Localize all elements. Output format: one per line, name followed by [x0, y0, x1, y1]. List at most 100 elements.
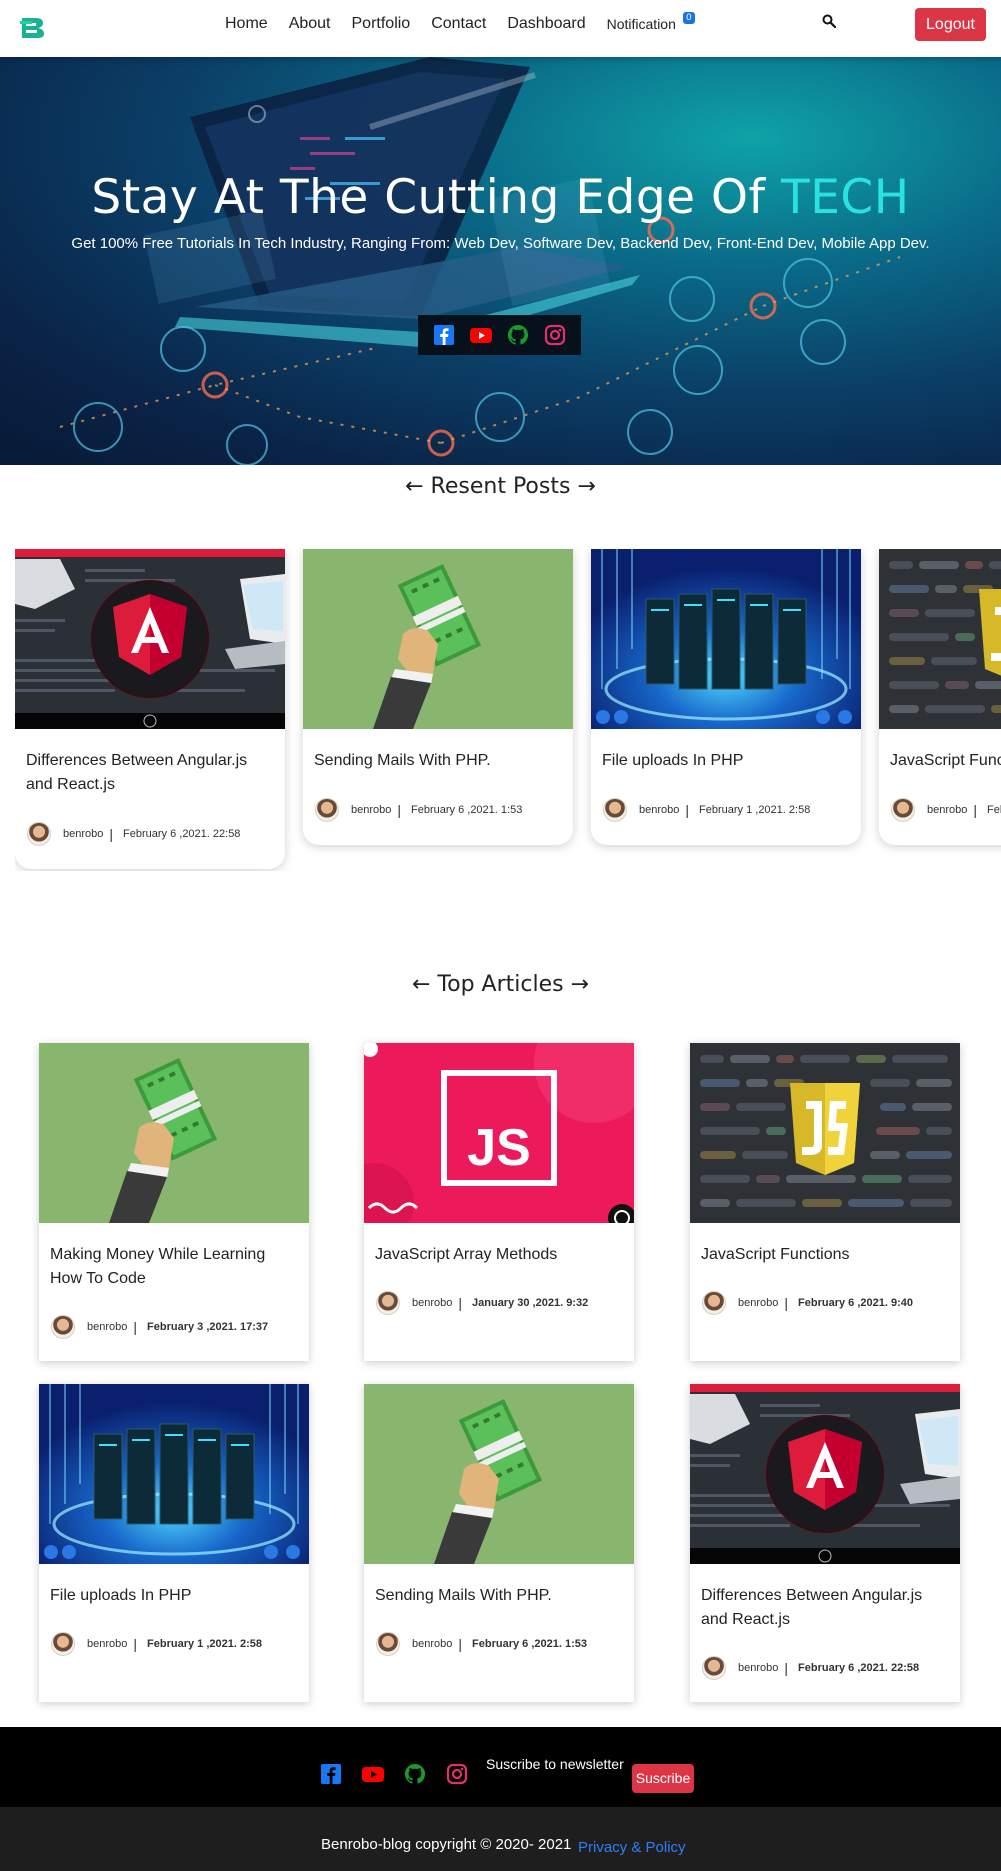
post-meta: benrobo | February 6 ,2021. 9:40: [879, 775, 1001, 845]
post-thumbnail: [591, 549, 861, 729]
article-title[interactable]: JavaScript Functions: [690, 1223, 960, 1269]
top-articles-heading: ← Top Articles →: [411, 972, 589, 997]
server-racks-thumbnail: [39, 1384, 309, 1564]
article-date: February 1 ,2021. 2:58: [147, 1638, 262, 1650]
post-title[interactable]: File uploads In PHP: [591, 729, 861, 775]
article-card[interactable]: Sending Mails With PHP. benrobo | Februa…: [364, 1384, 634, 1702]
avatar: [27, 822, 51, 846]
copyright-text: Benrobo-blog copyright © 2020- 2021: [321, 1836, 572, 1853]
facebook-icon[interactable]: [433, 324, 455, 346]
server-racks-thumbnail: [591, 549, 861, 729]
newsletter-label: Suscribe to newsletter: [486, 1756, 624, 1772]
site-logo-icon[interactable]: [20, 16, 46, 40]
post-date: February 6 ,2021. 22:58: [123, 828, 241, 840]
meta-separator: |: [973, 802, 978, 818]
meta-separator: |: [458, 1636, 463, 1652]
article-author: benrobo: [412, 1297, 453, 1309]
post-meta: benrobo | February 6 ,2021. 1:53: [303, 775, 573, 845]
js-shield-thumbnail: [690, 1043, 960, 1223]
instagram-icon[interactable]: [446, 1763, 468, 1785]
meta-separator: |: [133, 1319, 138, 1335]
article-thumbnail: [690, 1384, 960, 1564]
meta-separator: |: [397, 802, 402, 818]
article-thumbnail: [690, 1043, 960, 1223]
article-author: benrobo: [87, 1321, 128, 1333]
post-date: February 6 ,2021. 1:53: [411, 804, 523, 816]
nav-link-portfolio[interactable]: Portfolio: [352, 15, 411, 33]
recent-post-card[interactable]: Differences Between Angular.js and React…: [15, 549, 285, 869]
article-date: February 3 ,2021. 17:37: [147, 1321, 269, 1333]
nav-link-about[interactable]: About: [289, 15, 331, 33]
post-author: benrobo: [351, 804, 392, 816]
hero-laptop-illustration: [59, 57, 901, 465]
js-shield-thumbnail: [879, 549, 1001, 729]
article-card[interactable]: File uploads In PHP benrobo | February 1…: [39, 1384, 309, 1702]
hero-title: Stay At The Cutting Edge Of TECH: [0, 170, 1001, 225]
logout-button[interactable]: Logout: [915, 8, 986, 41]
article-meta: benrobo | February 6 ,2021. 1:53: [364, 1610, 634, 1678]
article-author: benrobo: [412, 1638, 453, 1650]
meta-separator: |: [784, 1295, 789, 1311]
recent-post-card[interactable]: Sending Mails With PHP. benrobo | Februa…: [303, 549, 573, 845]
post-thumbnail: [303, 549, 573, 729]
article-card[interactable]: JavaScript Functions benrobo | February …: [690, 1043, 960, 1361]
money-hand-thumbnail: [303, 549, 573, 729]
notification-count-badge: 0: [682, 12, 695, 24]
post-meta: benrobo | February 6 ,2021. 22:58: [15, 799, 285, 869]
meta-separator: |: [784, 1660, 789, 1676]
nav-links: Home About Portfolio Contact Dashboard N…: [225, 12, 695, 33]
post-title[interactable]: JavaScript Functions: [879, 729, 1001, 775]
footer-newsletter-bar: Suscribe to newsletter Suscribe: [0, 1727, 1001, 1807]
article-date: February 6 ,2021. 1:53: [472, 1638, 587, 1650]
youtube-icon[interactable]: [470, 324, 493, 346]
avatar: [315, 798, 339, 822]
svg-text:JS: JS: [467, 1119, 531, 1177]
js-pink-thumbnail: JS: [364, 1043, 634, 1223]
post-title[interactable]: Differences Between Angular.js and React…: [15, 729, 285, 799]
nav-link-dashboard[interactable]: Dashboard: [507, 15, 585, 33]
post-author: benrobo: [927, 804, 968, 816]
hero-title-main: Stay At The Cutting Edge Of: [91, 170, 782, 225]
article-thumbnail: JS: [364, 1043, 634, 1223]
article-card[interactable]: Making Money While Learning How To Code …: [39, 1043, 309, 1361]
article-title[interactable]: JavaScript Array Methods: [364, 1223, 634, 1269]
money-hand-thumbnail: [39, 1043, 309, 1223]
article-meta: benrobo | February 3 ,2021. 17:37: [39, 1293, 309, 1361]
facebook-icon[interactable]: [320, 1763, 342, 1785]
avatar: [376, 1632, 400, 1656]
github-icon[interactable]: [507, 324, 529, 346]
hero-banner: Stay At The Cutting Edge Of TECH Get 100…: [0, 57, 1001, 465]
angular-thumbnail: [15, 549, 285, 729]
recent-post-card[interactable]: File uploads In PHP benrobo | February 1…: [591, 549, 861, 845]
post-title[interactable]: Sending Mails With PHP.: [303, 729, 573, 775]
article-title[interactable]: Differences Between Angular.js and React…: [690, 1564, 960, 1634]
github-icon[interactable]: [404, 1763, 426, 1785]
avatar: [891, 798, 915, 822]
nav-link-home[interactable]: Home: [225, 15, 268, 33]
nav-link-contact[interactable]: Contact: [431, 15, 486, 33]
recent-post-card[interactable]: JavaScript Functions benrobo | February …: [879, 549, 1001, 845]
article-date: January 30 ,2021. 9:32: [472, 1297, 589, 1309]
youtube-icon[interactable]: [362, 1763, 384, 1785]
article-title[interactable]: Making Money While Learning How To Code: [39, 1223, 309, 1293]
angular-thumbnail: [690, 1384, 960, 1564]
privacy-policy-link[interactable]: Privacy & Policy: [578, 1839, 686, 1856]
article-title[interactable]: Sending Mails With PHP.: [364, 1564, 634, 1610]
instagram-icon[interactable]: [544, 324, 566, 346]
article-title[interactable]: File uploads In PHP: [39, 1564, 309, 1610]
search-icon[interactable]: [822, 14, 836, 28]
recent-posts-carousel[interactable]: Differences Between Angular.js and React…: [15, 549, 1001, 871]
subscribe-button[interactable]: Suscribe: [632, 1764, 694, 1793]
article-thumbnail: [364, 1384, 634, 1564]
article-date: February 6 ,2021. 9:40: [798, 1297, 913, 1309]
post-date: February 1 ,2021. 2:58: [699, 804, 811, 816]
article-card[interactable]: JS JavaScript Array Methods benrobo | Ja…: [364, 1043, 634, 1361]
article-card[interactable]: Differences Between Angular.js and React…: [690, 1384, 960, 1702]
article-author: benrobo: [738, 1662, 779, 1674]
recent-posts-heading: ← Resent Posts →: [405, 474, 596, 499]
post-meta: benrobo | February 1 ,2021. 2:58: [591, 775, 861, 845]
nav-link-notification[interactable]: Notification: [607, 16, 676, 32]
hero-title-accent: TECH: [781, 170, 910, 225]
hero-social-links: [418, 315, 581, 355]
meta-separator: |: [458, 1295, 463, 1311]
